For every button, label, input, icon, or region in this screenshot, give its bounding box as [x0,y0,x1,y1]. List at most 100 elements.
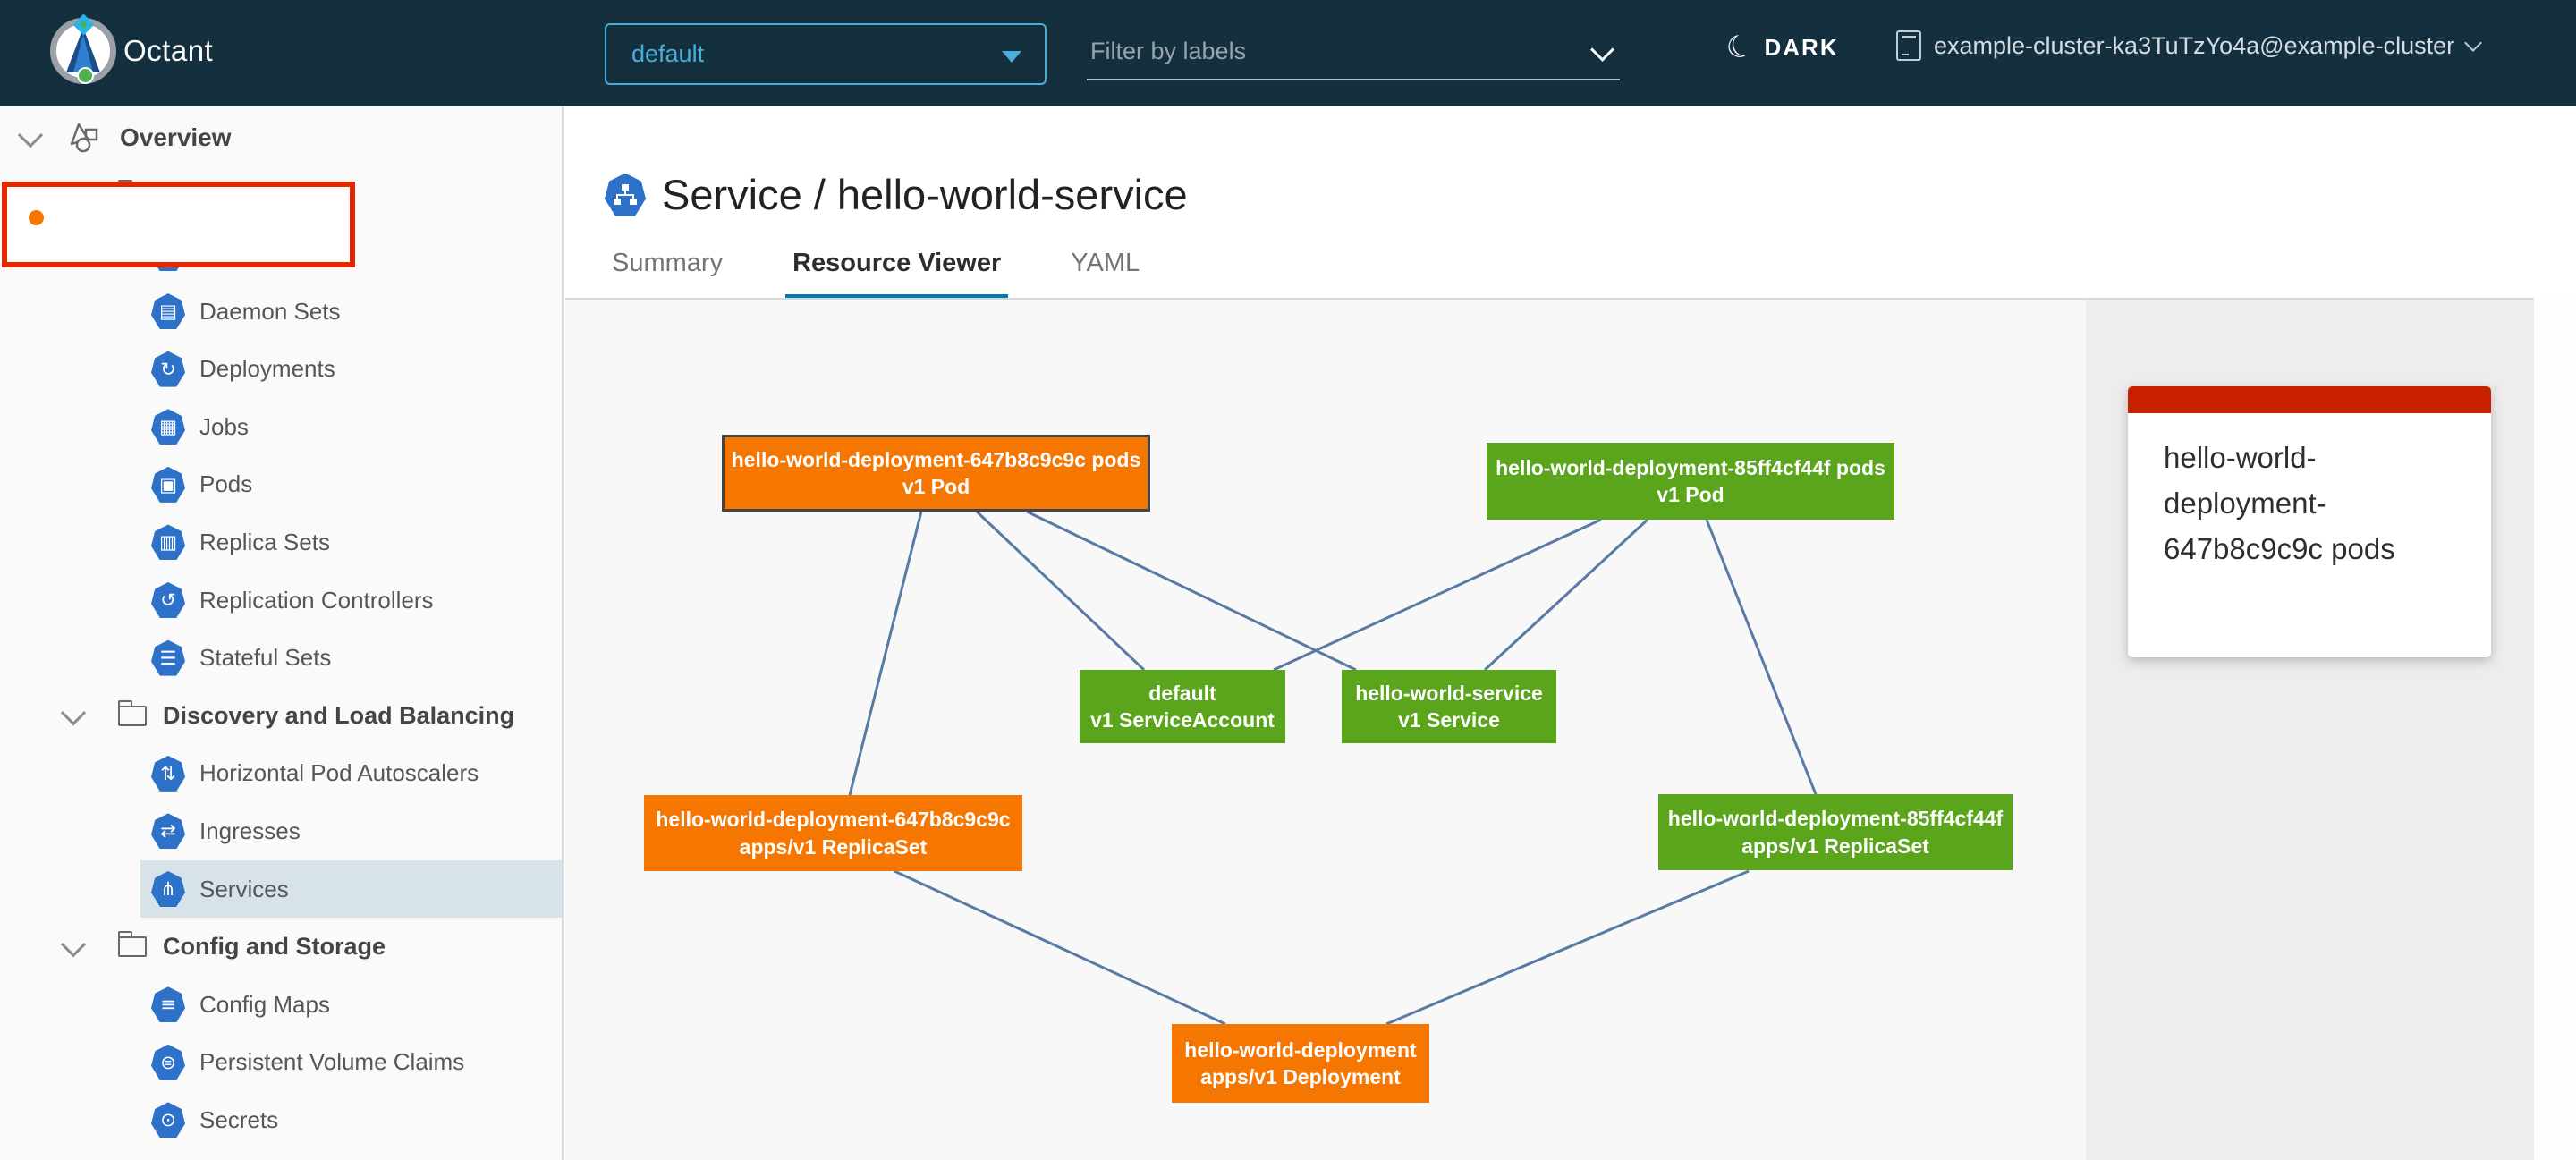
sidebar-item-label: Config and Storage [163,933,386,961]
sidebar-item-label: Persistent Volume Claims [199,1048,464,1076]
service-icon [605,174,646,216]
sidebar-item-label: Deployments [199,355,335,383]
sidebar-item-label: Replication Controllers [199,587,434,614]
ingresses-icon: ⇄ [151,813,185,849]
sidebar-item-ingresses[interactable]: ⇄ Ingresses [140,802,562,860]
secrets-icon: ⊙ [151,1102,185,1138]
graph-node-serviceaccount-default[interactable]: defaultv1 ServiceAccount [1080,670,1285,743]
sidebar-item-label: Replica Sets [199,529,330,556]
tab-resource-viewer[interactable]: Resource Viewer [785,249,1008,301]
sidebar-item-overview[interactable]: Overview [0,109,562,167]
folder-icon [118,706,147,726]
graph-node-deployment-hello-world[interactable]: hello-world-deploymentapps/v1 Deployment [1172,1024,1429,1103]
graph-node-replicaset-85ff4cf44f[interactable]: hello-world-deployment-85ff4cf44fapps/v1… [1658,794,2012,870]
cluster-context-dropdown[interactable]: example-cluster-ka3TuTzYo4a@example-clus… [1896,30,2479,61]
node-label-line: v1 Pod [1657,481,1724,508]
sidebar-item-label: Stateful Sets [199,644,331,672]
dropdown-caret-icon [1002,51,1021,63]
replication-controllers-icon: ↺ [151,582,185,618]
sidebar-item-secrets[interactable]: ⊙ Secrets [140,1091,562,1149]
folder-icon [118,936,147,957]
tab-yaml[interactable]: YAML [1063,249,1147,301]
sidebar-item-deployments[interactable]: ↻ Deployments [140,340,562,398]
moon-icon: ☾ [1722,29,1757,66]
minimap-card-title: hello-world-deployment-647b8c9c9c pods [2128,413,2491,572]
minimap-card: hello-world-deployment-647b8c9c9c pods [2128,386,2491,657]
sidebar-item-label: Overview [120,123,232,152]
sidebar-item-label: Secrets [199,1106,278,1134]
resource-tabs: Summary Resource Viewer YAML [605,249,1147,301]
pods-icon: ▣ [151,467,185,503]
node-label-line: default [1148,680,1216,707]
deployments-icon: ↻ [151,351,185,387]
sidebar-item-label: Ingresses [199,817,301,845]
sidebar-item-label: Services [199,876,289,903]
node-label-line: hello-world-deployment-85ff4cf44f [1668,805,2003,832]
status-dot-icon [29,210,44,225]
node-label-line: hello-world-deployment-647b8c9c9c pods [732,446,1141,473]
namespace-select[interactable]: default [605,23,1046,85]
objects-icon [68,121,100,155]
top-header: Octant default Filter by labels ☾ DARK e… [0,0,2576,106]
sidebar-item-services[interactable]: ⋔ Services [140,860,562,919]
graph-node-pod-647b8c9c9c[interactable]: hello-world-deployment-647b8c9c9c podsv1… [722,435,1150,512]
cluster-context-label: example-cluster-ka3TuTzYo4a@example-clus… [1934,32,2454,60]
node-label-line: v1 Service [1398,707,1500,733]
chevron-down-icon[interactable] [18,123,43,148]
daemon-sets-icon: ▤ [151,293,185,329]
sidebar-item-daemon-sets[interactable]: ▤ Daemon Sets [140,283,562,341]
node-label-line: v1 ServiceAccount [1090,707,1275,733]
chevron-down-icon [2464,34,2482,52]
page-title: Service / hello-world-service [605,170,1188,219]
sidebar-item-label: Discovery and Load Balancing [163,702,514,730]
octant-app: Octant default Filter by labels ☾ DARK e… [0,0,2576,1160]
minimap-viewport-box[interactable] [2,182,355,267]
sidebar-item-replica-sets[interactable]: ▥ Replica Sets [140,513,562,572]
octant-logo-icon [50,18,116,84]
persistent-volume-claims-icon: ⊜ [151,1045,185,1080]
label-filter-input[interactable]: Filter by labels [1087,36,1620,80]
sidebar-item-replication-controllers[interactable]: ↺ Replication Controllers [140,572,562,630]
replica-sets-icon: ▥ [151,524,185,560]
node-label-line: hello-world-deployment-647b8c9c9c [656,806,1010,833]
node-label-line: hello-world-service [1355,680,1543,707]
stateful-sets-icon: ☰ [151,640,185,676]
label-filter-placeholder: Filter by labels [1090,38,1246,65]
node-label-line: apps/v1 Deployment [1200,1063,1401,1090]
node-label-line: apps/v1 ReplicaSet [740,834,928,860]
node-label-line: hello-world-deployment-85ff4cf44f pods [1496,454,1885,481]
tab-summary[interactable]: Summary [605,249,730,301]
page-title-text: Service / hello-world-service [662,170,1188,219]
sidebar-item-stateful-sets[interactable]: ☰ Stateful Sets [140,629,562,687]
jobs-icon: ▦ [151,409,185,445]
sidebar-item-horizontal-pod-autoscalers[interactable]: ⇅ Horizontal Pod Autoscalers [140,745,562,803]
sidebar-item-label: Pods [199,470,252,498]
graph-node-pod-85ff4cf44f[interactable]: hello-world-deployment-85ff4cf44f podsv1… [1487,443,1894,520]
sidebar-item-label: Daemon Sets [199,298,341,326]
sidebar-item-label: Config Maps [199,991,330,1019]
cluster-icon [1896,30,1921,61]
input-underline [1087,79,1620,80]
node-label-line: v1 Pod [902,473,970,500]
namespace-selected-value: default [631,40,704,68]
node-label-line: hello-world-deployment [1184,1037,1416,1063]
sidebar-item-discovery-and-load-balancing[interactable]: Discovery and Load Balancing [0,687,562,745]
app-title: Octant [123,34,213,68]
services-icon: ⋔ [151,871,185,907]
sidebar-item-jobs[interactable]: ▦ Jobs [140,398,562,456]
sidebar-item-config-and-storage[interactable]: Config and Storage [0,918,562,976]
chevron-down-icon[interactable] [61,700,86,725]
dark-toggle-label: DARK [1764,34,1838,62]
sidebar-item-label: Jobs [199,413,249,441]
sidebar-item-persistent-volume-claims[interactable]: ⊜ Persistent Volume Claims [140,1034,562,1092]
sidebar-item-label: Horizontal Pod Autoscalers [199,759,479,787]
graph-node-replicaset-647b8c9c9c[interactable]: hello-world-deployment-647b8c9c9capps/v1… [644,795,1022,871]
sidebar-item-config-maps[interactable]: ≡ Config Maps [140,976,562,1034]
horizontal-pod-autoscalers-icon: ⇅ [151,756,185,792]
dark-theme-toggle[interactable]: ☾ DARK [1726,32,1839,63]
chevron-down-icon[interactable] [61,932,86,957]
sidebar-item-pods[interactable]: ▣ Pods [140,456,562,514]
graph-node-service-hello-world[interactable]: hello-world-servicev1 Service [1342,670,1556,743]
config-maps-icon: ≡ [151,986,185,1022]
chevron-down-icon [1590,38,1614,62]
